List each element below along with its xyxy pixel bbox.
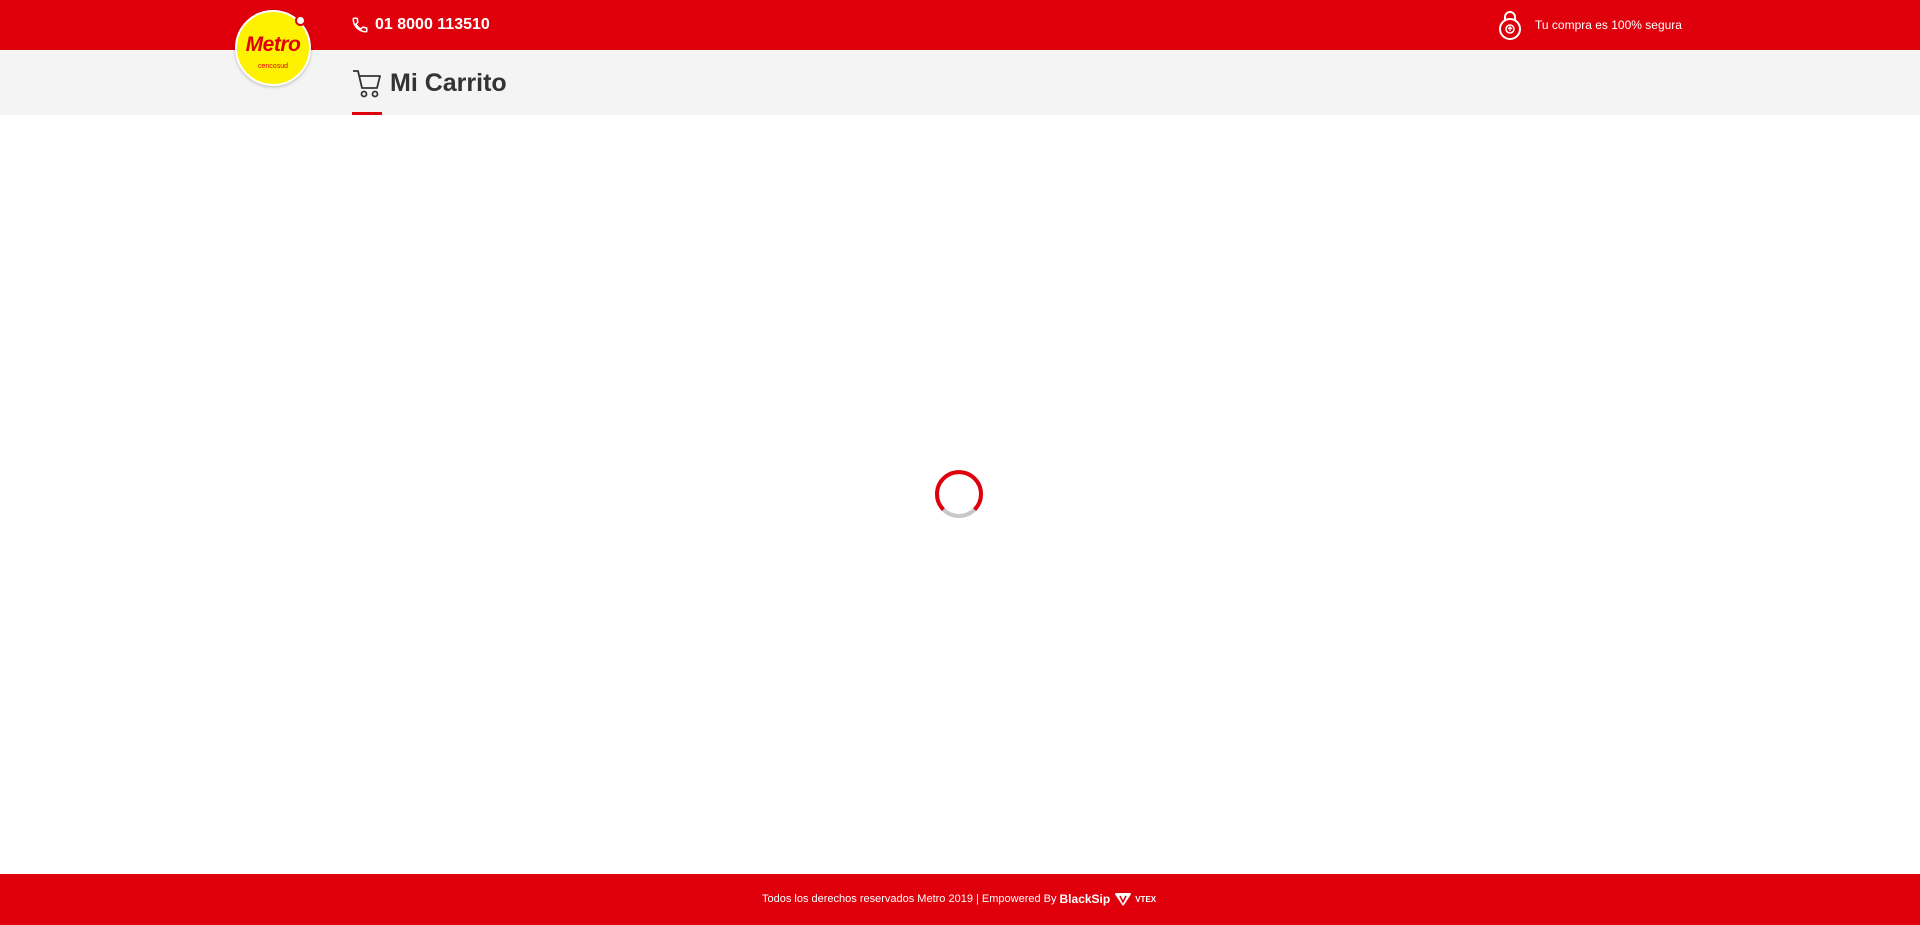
logo-dot-icon — [295, 15, 306, 26]
footer-credits: Todos los derechos reservados Metro 2019… — [762, 889, 1156, 909]
page-title: Mi Carrito — [390, 68, 507, 97]
copyright-text: Todos los derechos reservados Metro 2019… — [762, 893, 1057, 905]
phone-contact[interactable]: 01 8000 113510 — [351, 14, 490, 36]
active-tab-indicator — [352, 112, 382, 115]
metro-logo[interactable]: Metro cencosud — [235, 10, 311, 86]
tab-mi-carrito[interactable]: Mi Carrito — [352, 66, 507, 100]
blacksip-brand[interactable]: BlackSip — [1060, 892, 1111, 906]
phone-icon — [352, 17, 368, 33]
lock-icon — [1499, 11, 1521, 40]
logo-subtext: cencosud — [258, 63, 288, 70]
logo-wordmark: Metro — [245, 33, 301, 56]
phone-number: 01 8000 113510 — [375, 16, 490, 33]
loading-spinner — [935, 470, 983, 518]
vtex-icon — [1115, 893, 1132, 906]
vtex-brand[interactable]: VTEX — [1135, 895, 1156, 904]
secure-purchase: Tu compra es 100% segura — [1497, 8, 1682, 42]
cart-icon — [353, 70, 381, 98]
footer: Todos los derechos reservados Metro 2019… — [0, 874, 1920, 925]
secure-purchase-text: Tu compra es 100% segura — [1535, 18, 1682, 32]
